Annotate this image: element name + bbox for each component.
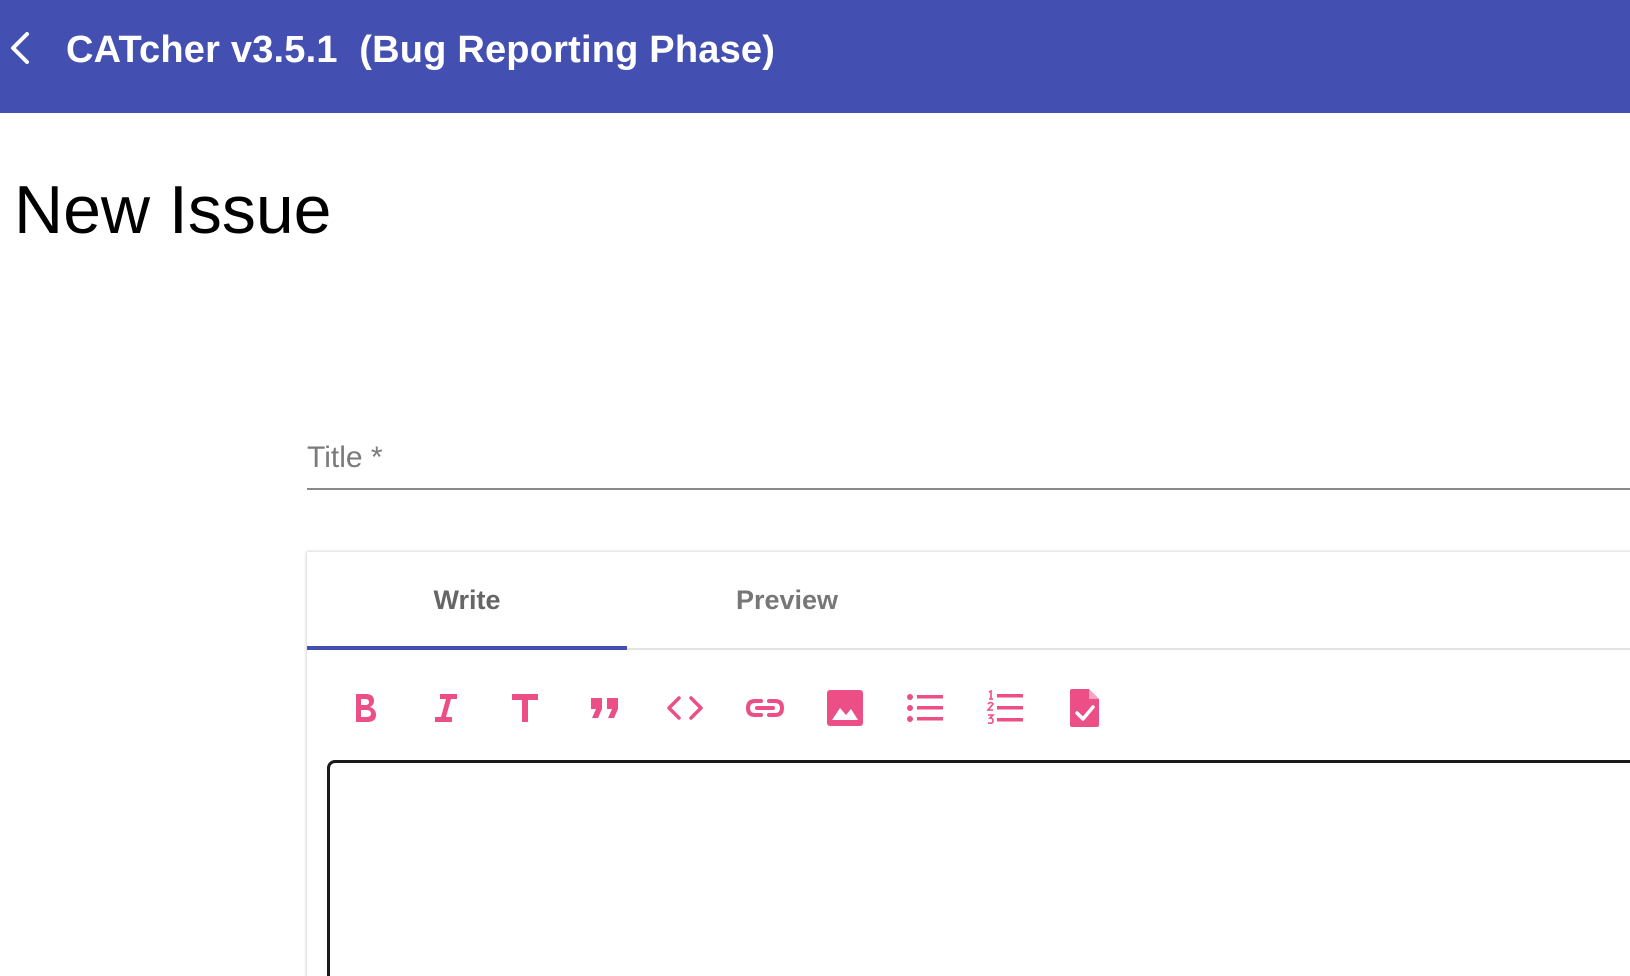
- tab-preview[interactable]: Preview: [627, 552, 947, 648]
- italic-button[interactable]: [417, 680, 473, 736]
- description-editor: Write Preview: [307, 552, 1630, 976]
- top-toolbar: CATcher v3.5.1 (Bug Reporting Phase): [0, 0, 1630, 113]
- bulleted-list-icon: [905, 690, 945, 726]
- app-title: CATcher v3.5.1 (Bug Reporting Phase): [66, 29, 776, 71]
- quote-button[interactable]: [577, 680, 633, 736]
- title-input[interactable]: [307, 428, 1630, 490]
- app-window: CATcher v3.5.1 (Bug Reporting Phase) New…: [0, 0, 1630, 976]
- italic-icon: [429, 690, 461, 726]
- back-button[interactable]: [0, 26, 40, 74]
- link-button[interactable]: [737, 680, 793, 736]
- code-icon: [664, 690, 706, 726]
- task-list-icon: [1068, 687, 1102, 729]
- tab-preview-label: Preview: [735, 584, 839, 615]
- code-button[interactable]: [657, 680, 713, 736]
- image-button[interactable]: [817, 680, 873, 736]
- chevron-left-icon: [5, 28, 35, 73]
- description-textarea[interactable]: [327, 760, 1630, 976]
- image-icon: [825, 688, 865, 728]
- active-tab-indicator: [307, 646, 627, 650]
- page-title: New Issue: [14, 172, 332, 248]
- heading-button[interactable]: [497, 680, 553, 736]
- bulleted-list-button[interactable]: [897, 680, 953, 736]
- numbered-list-button[interactable]: [977, 680, 1033, 736]
- bold-button[interactable]: [337, 680, 393, 736]
- link-icon: [744, 690, 786, 726]
- markdown-toolbar: [337, 680, 1137, 736]
- tab-write-label: Write: [433, 584, 501, 615]
- numbered-list-icon: [985, 689, 1025, 727]
- heading-icon: [509, 690, 541, 726]
- bold-icon: [349, 690, 381, 726]
- tab-write[interactable]: Write: [307, 552, 627, 648]
- title-field: [307, 428, 1630, 492]
- editor-tabs: Write Preview: [307, 552, 1630, 650]
- task-list-button[interactable]: [1057, 680, 1113, 736]
- quote-icon: [588, 690, 622, 726]
